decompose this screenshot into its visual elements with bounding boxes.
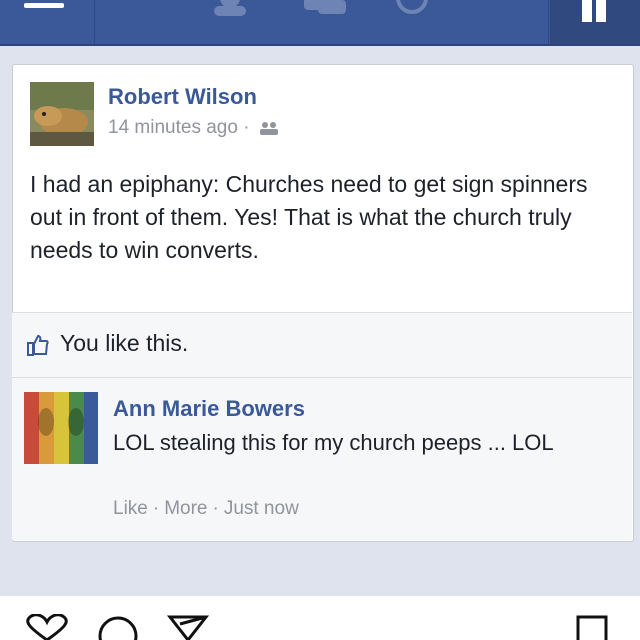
commenter-name[interactable]: Ann Marie Bowers [113, 396, 305, 422]
active-tab[interactable] [550, 0, 640, 44]
post-author-name[interactable]: Robert Wilson [108, 84, 257, 110]
bookmark-icon[interactable] [574, 614, 610, 640]
comment-actions: Like · More · Just now [113, 498, 299, 520]
comment-timestamp[interactable]: Just now [224, 498, 299, 519]
comment-text: LOL stealing this for my church peeps ..… [113, 430, 554, 455]
messages-icon[interactable] [300, 0, 348, 16]
nav-divider [548, 0, 549, 44]
post-body-text: I had an epiphany: Churches need to get … [30, 171, 588, 263]
likes-text: You like this. [60, 330, 189, 356]
top-nav-bar [0, 0, 640, 46]
comment-icon[interactable] [96, 614, 140, 640]
friends-icon[interactable] [259, 121, 279, 135]
likes-summary-row[interactable]: You like this. [12, 312, 632, 378]
menu-icon[interactable] [24, 0, 64, 8]
post-meta: 14 minutes ago · [108, 117, 279, 139]
commenter-avatar[interactable] [24, 392, 98, 464]
share-icon[interactable] [166, 614, 210, 640]
comment-section [12, 378, 632, 540]
more-icon [582, 0, 606, 22]
comment-more-link[interactable]: More [164, 498, 207, 519]
thumbs-up-icon [27, 334, 49, 356]
author-avatar[interactable] [30, 82, 94, 146]
action-separator: · [152, 498, 160, 519]
nav-divider [94, 0, 95, 44]
post-timestamp[interactable]: 14 minutes ago [108, 117, 238, 138]
action-separator: · [212, 498, 219, 519]
friend-requests-icon[interactable] [206, 0, 254, 16]
meta-separator: · [243, 117, 250, 138]
heart-icon[interactable] [22, 614, 72, 640]
notifications-globe-icon[interactable] [392, 0, 432, 16]
bottom-action-bar [0, 596, 640, 640]
comment-like-link[interactable]: Like [113, 498, 148, 519]
